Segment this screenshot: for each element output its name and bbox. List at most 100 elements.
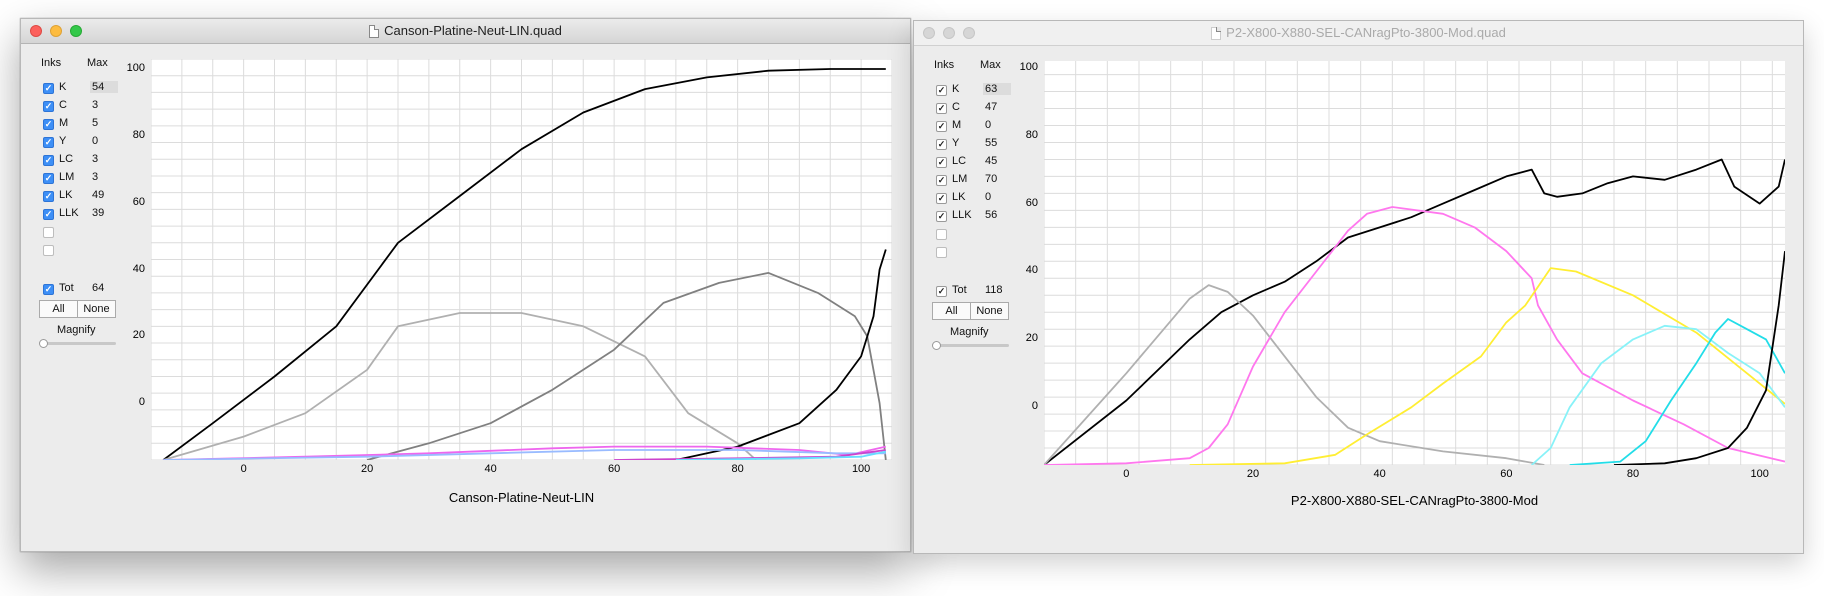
ink-checkbox[interactable]: ✓ <box>936 84 947 96</box>
magnify-slider[interactable] <box>43 342 116 345</box>
title-bar[interactable]: P2-X800-X880-SEL-CANragPto-3800-Mod.quad <box>914 21 1803 46</box>
ink-checkbox[interactable] <box>43 244 54 256</box>
zoom-button[interactable] <box>70 25 82 37</box>
ink-max-value[interactable]: 3 <box>90 171 118 183</box>
ink-checkbox[interactable] <box>936 246 947 258</box>
quad-window-1: Canson-Platine-Neut-LIN.quad Inks Max ✓ K… <box>20 18 911 552</box>
ink-label: LC <box>59 153 74 165</box>
ink-checkbox[interactable]: ✓ <box>936 210 947 222</box>
y-tick-label: 20 <box>132 329 145 342</box>
none-button[interactable]: None <box>77 300 116 318</box>
window-title: P2-X800-X880-SEL-CANragPto-3800-Mod.quad <box>1226 25 1506 40</box>
ink-label: M <box>952 119 962 131</box>
window-controls <box>30 25 82 37</box>
ink-checkbox[interactable]: ✓ <box>43 190 54 202</box>
ink-checkbox[interactable]: ✓ <box>936 138 947 150</box>
ink-max-value[interactable]: 0 <box>90 135 118 147</box>
ink-curve-4[interactable] <box>1531 324 1786 466</box>
ink-max-value[interactable]: 0 <box>983 119 1011 131</box>
ink-checkbox[interactable]: ✓ <box>43 136 54 148</box>
magnify-slider-knob[interactable] <box>932 341 941 350</box>
minimize-button[interactable] <box>50 25 62 37</box>
all-button[interactable]: All <box>932 302 971 320</box>
ink-checkbox[interactable]: ✓ <box>43 172 54 184</box>
ink-checkbox[interactable]: ✓ <box>936 174 947 186</box>
total-checkbox[interactable]: ✓ <box>43 283 54 295</box>
ink-row-lc: ✓ LC 45 <box>936 154 997 170</box>
ink-max-value[interactable]: 3 <box>90 99 118 111</box>
ink-max-value[interactable]: 0 <box>983 191 1011 203</box>
magnify-slider-knob[interactable] <box>39 339 48 348</box>
ink-row-y: ✓ Y 55 <box>936 136 997 152</box>
y-tick-label: 60 <box>132 195 145 208</box>
all-button[interactable]: All <box>39 300 78 318</box>
y-tick-label: 100 <box>126 62 145 75</box>
ink-max-value[interactable]: 3 <box>90 153 118 165</box>
ink-max-value[interactable]: 70 <box>983 173 1011 185</box>
total-label: Tot <box>952 284 967 296</box>
ink-row-lc: ✓ LC 3 <box>43 152 98 168</box>
ink-row-k: ✓ K 63 <box>936 82 1011 98</box>
ink-max-value[interactable]: 63 <box>983 83 1011 95</box>
ink-row-empty <box>936 226 947 242</box>
ink-max-value[interactable]: 56 <box>983 209 1011 221</box>
ink-checkbox[interactable]: ✓ <box>43 208 54 220</box>
x-tick-label: 60 <box>608 463 621 475</box>
ink-checkbox[interactable]: ✓ <box>936 102 947 114</box>
y-tick-label: 80 <box>1025 128 1038 141</box>
max-header: Max <box>980 59 1001 71</box>
ink-curve-3[interactable] <box>675 249 887 461</box>
ink-curve-2[interactable] <box>366 271 887 461</box>
zoom-button[interactable] <box>963 27 975 39</box>
ink-checkbox[interactable] <box>43 226 54 238</box>
total-row: ✓ Tot 118 <box>936 283 1003 299</box>
title-bar[interactable]: Canson-Platine-Neut-LIN.quad <box>21 19 910 44</box>
select-buttons: All None <box>39 300 119 318</box>
total-checkbox[interactable]: ✓ <box>936 285 947 297</box>
close-button[interactable] <box>923 27 935 39</box>
x-tick-label: 40 <box>484 463 497 475</box>
window-controls <box>923 27 975 39</box>
none-button[interactable]: None <box>970 302 1009 320</box>
ink-row-lm: ✓ LM 3 <box>43 170 98 186</box>
chart-title: P2-X800-X880-SEL-CANragPto-3800-Mod <box>1290 493 1539 508</box>
ink-checkbox[interactable] <box>936 228 947 240</box>
x-tick-label: 20 <box>1246 468 1260 480</box>
ink-label: Y <box>59 135 67 147</box>
close-button[interactable] <box>30 25 42 37</box>
ink-max-value[interactable]: 39 <box>90 207 118 219</box>
ink-max-value[interactable]: 54 <box>90 81 118 93</box>
total-label: Tot <box>59 282 74 294</box>
magnify-label: Magnify <box>950 326 989 338</box>
ink-label: LM <box>952 173 968 185</box>
magnify-slider[interactable] <box>936 344 1009 347</box>
ink-max-value[interactable]: 45 <box>983 155 1011 167</box>
magnify-label: Magnify <box>57 324 96 336</box>
minimize-button[interactable] <box>943 27 955 39</box>
inks-header: Inks <box>934 59 955 71</box>
ink-curve-0[interactable] <box>162 68 886 461</box>
ink-checkbox[interactable]: ✓ <box>43 154 54 166</box>
document-icon <box>369 24 380 38</box>
chart-title: Canson-Platine-Neut-LIN <box>448 490 595 505</box>
ink-max-value[interactable]: 55 <box>983 137 1011 149</box>
x-tick-label: 80 <box>1626 468 1640 480</box>
ink-checkbox[interactable]: ✓ <box>936 192 947 204</box>
ink-label: C <box>59 99 67 111</box>
x-tick-label: 60 <box>1500 468 1513 480</box>
ink-checkbox[interactable]: ✓ <box>936 120 947 132</box>
ink-max-value[interactable]: 5 <box>90 117 118 129</box>
y-tick-label: 40 <box>1025 264 1038 277</box>
ink-max-value[interactable]: 47 <box>983 101 1011 113</box>
total-value: 118 <box>985 284 1003 296</box>
ink-max-value[interactable]: 49 <box>90 189 118 201</box>
curve-chart <box>1043 61 1786 466</box>
ink-checkbox[interactable]: ✓ <box>43 82 54 94</box>
ink-label: K <box>59 81 67 93</box>
ink-curve-2[interactable] <box>1043 206 1786 466</box>
ink-checkbox[interactable]: ✓ <box>43 100 54 112</box>
ink-checkbox[interactable]: ✓ <box>936 156 947 168</box>
x-tick-label: 0 <box>240 463 247 475</box>
ink-checkbox[interactable]: ✓ <box>43 118 54 130</box>
ink-label: LK <box>952 191 966 203</box>
